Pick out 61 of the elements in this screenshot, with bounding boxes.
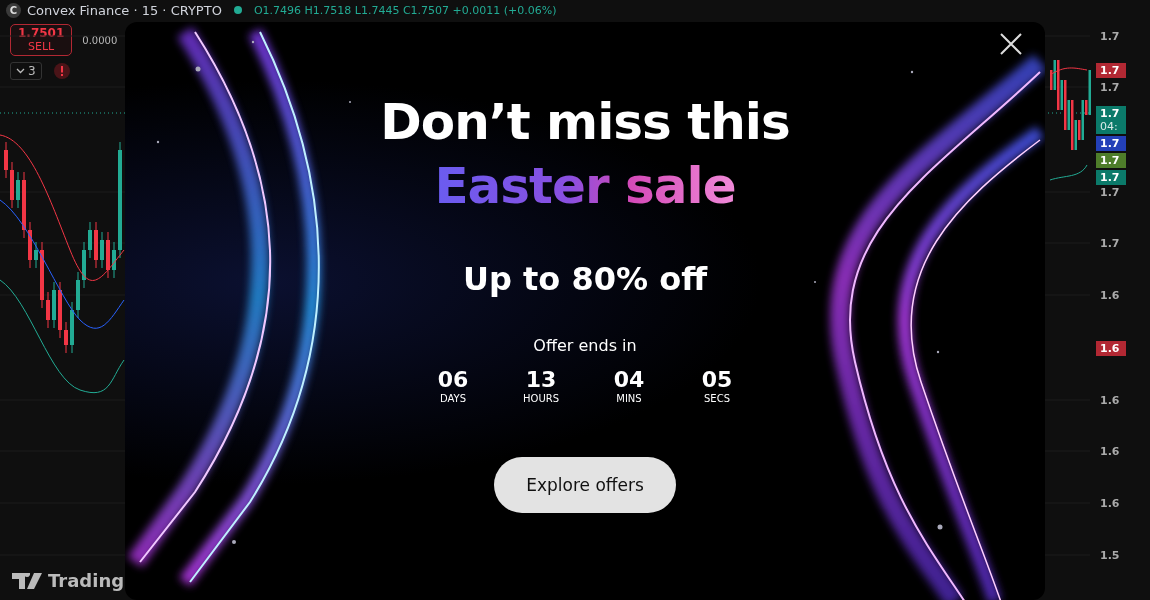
promo-title: Don’t miss this bbox=[380, 92, 790, 153]
price-label: 1.7 bbox=[1099, 236, 1121, 251]
explore-offers-button[interactable]: Explore offers bbox=[494, 457, 676, 513]
countdown-unit: MINS bbox=[616, 393, 642, 405]
countdown-unit: DAYS bbox=[439, 393, 466, 405]
candlestick bbox=[112, 241, 116, 279]
candlestick bbox=[94, 221, 98, 269]
close-button[interactable] bbox=[999, 32, 1023, 56]
price-tag: 1.7 bbox=[1096, 136, 1126, 151]
price-tag: 1.7 04: bbox=[1096, 106, 1126, 134]
ohlc-values: O1.7496 H1.7518 L1.7445 C1.7507 +0.0011 (+0.06%) bbox=[253, 3, 557, 17]
indicator-line bbox=[1049, 67, 1088, 76]
price-label: 1.7 bbox=[1099, 80, 1121, 95]
countdown-unit: SECS bbox=[704, 393, 730, 405]
market-status-icon bbox=[233, 6, 242, 14]
price-tag: 1.7 bbox=[1096, 63, 1126, 78]
candlestick bbox=[46, 291, 50, 329]
candlestick bbox=[58, 281, 62, 339]
candlestick bbox=[34, 241, 38, 269]
candlestick bbox=[106, 231, 110, 279]
indicator-line bbox=[1049, 164, 1088, 181]
price-label: 1.7 bbox=[1099, 185, 1121, 200]
candlestick bbox=[76, 271, 80, 319]
symbol-title[interactable]: Convex Finance · 15 · CRYPTO bbox=[27, 2, 222, 18]
indicators-toggle[interactable]: 3 bbox=[10, 62, 42, 80]
price-label: 1.6 bbox=[1099, 393, 1121, 408]
price-label: 1.6 bbox=[1099, 496, 1121, 511]
candlestick bbox=[16, 171, 20, 209]
close-icon bbox=[999, 32, 1023, 56]
candlestick bbox=[22, 171, 26, 239]
candlestick bbox=[82, 241, 86, 289]
candlestick bbox=[4, 141, 8, 179]
candlestick bbox=[40, 241, 44, 309]
symbol-logo: C bbox=[6, 2, 21, 18]
price-label: 1.6 bbox=[1099, 288, 1121, 303]
price-label: 1.7 bbox=[1099, 29, 1121, 44]
candlestick bbox=[88, 221, 92, 259]
price-tag: 1.7 bbox=[1096, 170, 1126, 185]
price-tag: 1.7 bbox=[1096, 153, 1126, 168]
countdown-value: 06 bbox=[437, 367, 469, 393]
sell-button[interactable]: 1.7501 SELL bbox=[10, 24, 73, 56]
countdown-unit: HOURS bbox=[523, 393, 559, 405]
countdown-value: 13 bbox=[525, 367, 557, 393]
candlestick bbox=[28, 221, 32, 269]
logo-icon bbox=[12, 572, 42, 589]
candlestick bbox=[64, 321, 68, 354]
price-label: 1.6 bbox=[1099, 444, 1121, 459]
price-tag: 1.6 bbox=[1096, 341, 1126, 356]
candlestick bbox=[52, 281, 56, 329]
warning-icon[interactable] bbox=[53, 63, 70, 79]
discount-headline: Up to 80% off bbox=[462, 260, 708, 298]
countdown-value: 04 bbox=[613, 367, 645, 393]
spread-value: 0.0000 bbox=[82, 34, 118, 46]
candlestick bbox=[70, 301, 74, 354]
price-label: 1.5 bbox=[1099, 548, 1121, 563]
countdown-label: Offer ends in bbox=[533, 336, 637, 355]
countdown-value: 05 bbox=[701, 367, 733, 393]
candlestick bbox=[10, 161, 14, 209]
candlestick bbox=[100, 231, 104, 269]
chevron-down-icon bbox=[16, 68, 25, 74]
logo-text: Trading bbox=[48, 570, 125, 591]
